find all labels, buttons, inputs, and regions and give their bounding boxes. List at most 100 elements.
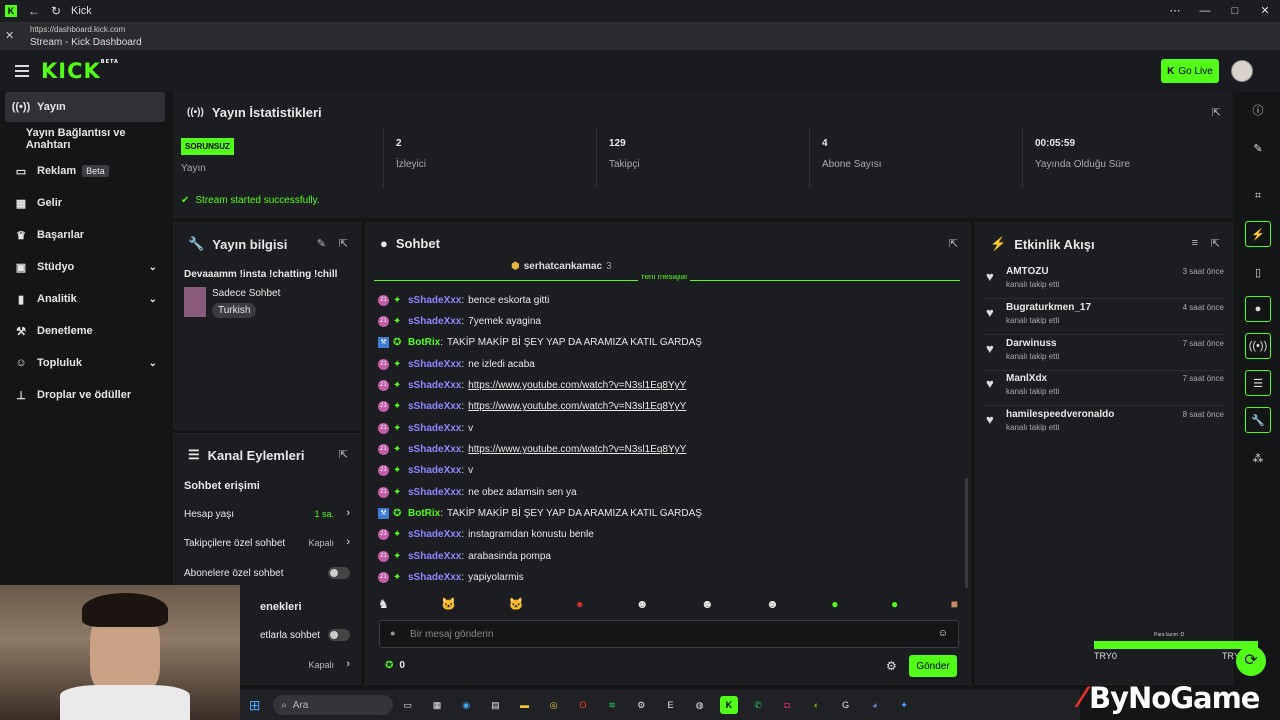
- chat-username[interactable]: sShadeXxx: [408, 316, 461, 327]
- chat-username[interactable]: sShadeXxx: [408, 380, 461, 391]
- chat-username[interactable]: sShadeXxx: [408, 529, 461, 540]
- feed-user[interactable]: Bugraturkmen_17: [1006, 302, 1091, 313]
- emote-icon[interactable]: ☻: [636, 597, 649, 615]
- sidebar-item-gelir[interactable]: ▦ Gelir: [5, 188, 165, 218]
- wrench-icon[interactable]: 🔧: [1245, 407, 1271, 433]
- edge-icon[interactable]: ◉: [457, 696, 475, 714]
- sidebar-item-studyo[interactable]: ▣ Stüdyo ⌄: [5, 252, 165, 282]
- emote-icon[interactable]: ●: [831, 597, 838, 615]
- chat-username[interactable]: sShadeXxx: [408, 572, 461, 583]
- share-icon[interactable]: ⁂: [1245, 445, 1271, 471]
- task-view-icon[interactable]: ▭: [399, 696, 417, 714]
- chat-input-box[interactable]: ● Bir mesaj gönderin ☺: [379, 620, 959, 648]
- chat-scrollbar[interactable]: [965, 478, 968, 588]
- chevron-right-icon[interactable]: ›: [346, 507, 350, 519]
- chat-link[interactable]: https://www.youtube.com/watch?v=N3sl1Eq8…: [468, 444, 686, 455]
- chat-username[interactable]: sShadeXxx: [408, 487, 461, 498]
- category-name[interactable]: Sadece Sohbet: [212, 288, 280, 299]
- edit-icon[interactable]: ✎: [317, 237, 326, 250]
- sidebar-item-denetleme[interactable]: ⚒ Denetleme: [5, 316, 165, 346]
- minimize-icon[interactable]: —: [1190, 0, 1220, 22]
- refresh-fab-icon[interactable]: ⟳: [1236, 646, 1266, 676]
- file-icon[interactable]: ▯: [1245, 259, 1271, 285]
- chrome-icon[interactable]: ◎: [545, 696, 563, 714]
- sidebar-item-yayin[interactable]: ((•)) Yayın: [5, 92, 165, 122]
- chat-link[interactable]: https://www.youtube.com/watch?v=N3sl1Eq8…: [468, 401, 686, 412]
- whatsapp-icon[interactable]: ✆: [749, 696, 767, 714]
- opera-icon[interactable]: O: [574, 696, 592, 714]
- kick-logo[interactable]: KICKBETA: [41, 59, 119, 83]
- spotify-icon[interactable]: ≋: [603, 696, 621, 714]
- instagram-icon[interactable]: ◘: [778, 696, 796, 714]
- go-live-button[interactable]: K Go Live: [1161, 59, 1219, 83]
- more-icon[interactable]: ⋯: [1160, 0, 1190, 22]
- chat-username[interactable]: BotRix: [408, 508, 440, 519]
- app-icon[interactable]: ✦: [895, 696, 913, 714]
- sidebar-item-analitik[interactable]: ▮ Analitik ⌄: [5, 284, 165, 314]
- emote-icon[interactable]: ☻: [701, 597, 714, 615]
- edit-icon[interactable]: ✎: [1245, 135, 1271, 161]
- settings-icon[interactable]: ⚙: [886, 659, 897, 673]
- sidebar-item-topluluk[interactable]: ☺ Topluluk ⌄: [5, 348, 165, 378]
- chevron-right-icon[interactable]: ›: [346, 658, 350, 670]
- menu-icon[interactable]: [15, 65, 29, 77]
- info-icon[interactable]: ⓘ: [1245, 97, 1271, 123]
- sidebar-item-stream-key[interactable]: Yayın Bağlantısı ve Anahtarı: [5, 124, 165, 154]
- obs-icon[interactable]: ◍: [691, 696, 709, 714]
- channel-points[interactable]: ✪ 0: [385, 660, 405, 671]
- chat-username[interactable]: sShadeXxx: [408, 444, 461, 455]
- emote-icon[interactable]: ♞: [378, 597, 389, 615]
- chat-input-placeholder[interactable]: Bir mesaj gönderin: [410, 629, 493, 640]
- crop-icon[interactable]: ⌗: [1245, 183, 1271, 209]
- emote-icon[interactable]: ☻: [766, 597, 779, 615]
- chat-username[interactable]: sShadeXxx: [408, 465, 461, 476]
- avatar[interactable]: [1231, 60, 1253, 82]
- sidebar-item-reklam[interactable]: ▭ Reklam Beta: [5, 156, 165, 186]
- popout-icon[interactable]: ⇱: [339, 448, 348, 461]
- emote-icon[interactable]: ●: [891, 597, 898, 615]
- epic-games-icon[interactable]: E: [661, 696, 679, 714]
- chat-username[interactable]: sShadeXxx: [408, 401, 461, 412]
- feed-user[interactable]: Darwinuss: [1006, 338, 1057, 349]
- kick-taskbar-icon[interactable]: K: [719, 696, 738, 714]
- close-tab-icon[interactable]: ✕: [5, 29, 14, 42]
- store-icon[interactable]: ▤: [486, 696, 504, 714]
- chat-username[interactable]: sShadeXxx: [408, 295, 461, 306]
- nvidia-icon[interactable]: ◐: [807, 696, 825, 714]
- maximize-icon[interactable]: □: [1220, 0, 1250, 22]
- emote-icon[interactable]: ●: [576, 597, 583, 615]
- chat-link[interactable]: https://www.youtube.com/watch?v=N3sl1Eq8…: [468, 380, 686, 391]
- chat-username[interactable]: sShadeXxx: [408, 359, 461, 370]
- discord-icon[interactable]: ◕: [866, 696, 884, 714]
- setting-toggle[interactable]: [328, 629, 350, 641]
- feed-user[interactable]: ManlXdx: [1006, 373, 1047, 384]
- sidebar-item-droplar[interactable]: ⊥ Droplar ve ödüller: [5, 380, 165, 410]
- chevron-right-icon[interactable]: ›: [346, 536, 350, 548]
- reload-icon[interactable]: ↻: [45, 4, 67, 18]
- emote-icon[interactable]: ■: [951, 597, 958, 615]
- lightning-icon[interactable]: ⚡: [1245, 221, 1271, 247]
- steam-icon[interactable]: ⚙: [632, 696, 650, 714]
- pinned-user[interactable]: serhatcankamac: [524, 261, 602, 272]
- popout-icon[interactable]: ⇱: [339, 237, 348, 250]
- popout-icon[interactable]: ⇱: [949, 237, 958, 250]
- widgets-icon[interactable]: ▦: [428, 696, 446, 714]
- sidebar-item-basarilar[interactable]: ♛ Başarılar: [5, 220, 165, 250]
- back-icon[interactable]: ←: [23, 4, 45, 18]
- g-app-icon[interactable]: G: [837, 696, 855, 714]
- feed-user[interactable]: hamilespeedveronaldo: [1006, 409, 1114, 420]
- emoji-icon[interactable]: ☺: [938, 628, 948, 639]
- feed-user[interactable]: AMTOZU: [1006, 266, 1049, 277]
- chat-username[interactable]: BotRix: [408, 337, 440, 348]
- popout-icon[interactable]: ⇱: [1211, 237, 1220, 250]
- send-button[interactable]: Gönder: [909, 655, 957, 677]
- chat-username[interactable]: sShadeXxx: [408, 551, 461, 562]
- windows-start-icon[interactable]: ⊞: [246, 696, 264, 714]
- chat-username[interactable]: sShadeXxx: [408, 423, 461, 434]
- emote-icon[interactable]: 🐱: [441, 597, 456, 615]
- list-icon[interactable]: ☰: [1245, 370, 1271, 396]
- broadcast-icon[interactable]: ((•)): [1245, 333, 1271, 359]
- taskbar-search[interactable]: ⌕ Ara: [273, 695, 394, 715]
- close-window-icon[interactable]: ✕: [1250, 0, 1280, 22]
- popout-icon[interactable]: ⇱: [1212, 106, 1221, 119]
